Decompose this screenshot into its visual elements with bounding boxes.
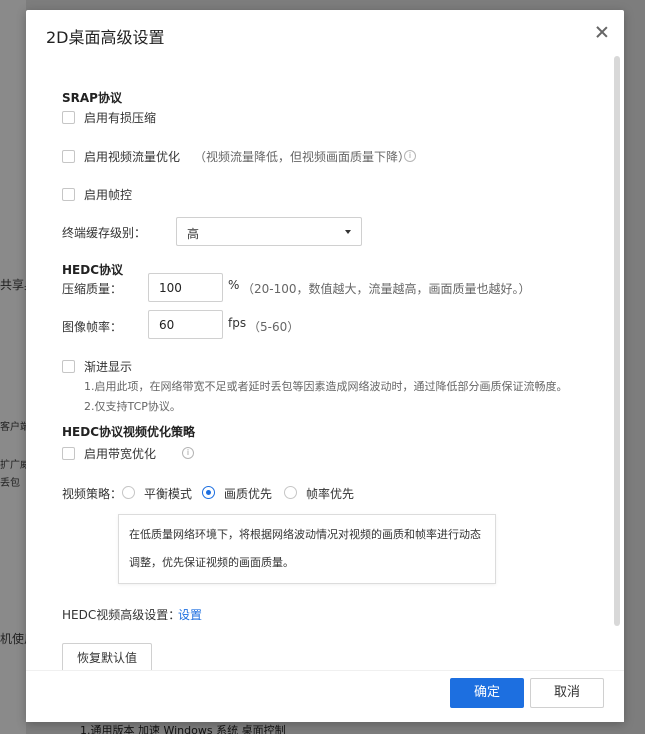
background-text: 客户端 xyxy=(0,422,26,433)
framerate-input[interactable] xyxy=(148,310,223,339)
framerate-unit: fps xyxy=(228,316,247,330)
advanced-settings-link[interactable]: 设置 xyxy=(178,606,202,623)
strategy-tip-line-2: 调整，优先保证视频的画面质量。 xyxy=(129,556,294,569)
background-text: 1.通用版本 加速 Windows 系统 桌面控制 xyxy=(80,724,286,734)
cache-level-select[interactable]: 高 xyxy=(176,217,362,246)
radio-framerate-first[interactable] xyxy=(284,486,297,499)
video-flow-optimize-label: 启用视频流量优化 xyxy=(84,150,181,164)
frame-control-checkbox[interactable] xyxy=(62,188,75,201)
compression-unit: % xyxy=(228,278,240,292)
progressive-note-1: 1.启用此项，在网络带宽不足或者延时丢包等因素造成网络波动时，通过降低部分画质保… xyxy=(84,380,568,393)
compression-label: 压缩质量： xyxy=(62,282,123,296)
radio-balanced-label: 平衡模式 xyxy=(144,487,193,501)
cancel-button[interactable]: 取消 xyxy=(530,678,604,708)
cache-level-value: 高 xyxy=(187,227,200,241)
background-text: 扩广威 xyxy=(0,460,26,471)
strategy-section-title: HEDC协议视频优化策略 xyxy=(62,425,196,439)
strategy-tip: 在低质量网络环境下，将根据网络波动情况对视频的画质和帧率进行动态 调整，优先保证… xyxy=(118,514,496,584)
frame-control-label: 启用帧控 xyxy=(84,188,133,202)
radio-balanced-mode[interactable] xyxy=(122,486,135,499)
strategy-tip-line-1: 在低质量网络环境下，将根据网络波动情况对视频的画质和帧率进行动态 xyxy=(129,528,481,541)
background-text: 共享桌 xyxy=(0,278,26,292)
scrollbar[interactable] xyxy=(614,56,620,626)
compression-hint: （20-100，数值越大，流量越高，画面质量也越好。） xyxy=(242,282,531,296)
advanced-settings-dialog: 2D桌面高级设置 SRAP协议 启用有损压缩 启用视频流量优化 （视频流量降低，… xyxy=(26,10,624,722)
compression-input[interactable] xyxy=(148,273,223,302)
info-icon[interactable]: i xyxy=(404,150,416,162)
hedc-section-title: HEDC协议 xyxy=(62,263,124,277)
radio-quality-first[interactable] xyxy=(202,486,215,499)
bandwidth-optimize-label: 启用带宽优化 xyxy=(84,447,157,461)
framerate-label: 图像帧率： xyxy=(62,320,123,334)
radio-framerate-label: 帧率优先 xyxy=(306,487,355,501)
info-icon[interactable]: i xyxy=(182,447,194,459)
progressive-display-checkbox[interactable] xyxy=(62,360,75,373)
video-strategy-label: 视频策略： xyxy=(62,487,123,501)
background-panel xyxy=(0,0,26,734)
framerate-hint: （5-60） xyxy=(248,320,300,334)
background-text: 机使用 xyxy=(0,632,26,646)
dialog-title: 2D桌面高级设置 xyxy=(46,28,165,47)
advanced-settings-label: HEDC视频高级设置： xyxy=(62,608,181,622)
cache-level-label: 终端缓存级别： xyxy=(62,226,147,240)
srap-section-title: SRAP协议 xyxy=(62,91,122,105)
restore-defaults-button[interactable]: 恢复默认值 xyxy=(62,643,152,673)
video-flow-optimize-checkbox[interactable] xyxy=(62,150,75,163)
chevron-down-icon xyxy=(345,230,351,234)
progressive-display-label: 渐进显示 xyxy=(84,360,133,374)
bandwidth-optimize-checkbox[interactable] xyxy=(62,447,75,460)
lossy-compression-checkbox[interactable] xyxy=(62,111,75,124)
radio-quality-label: 画质优先 xyxy=(224,487,273,501)
dialog-footer: 确定 取消 xyxy=(26,670,624,722)
progressive-note-2: 2.仅支持TCP协议。 xyxy=(84,400,181,413)
video-flow-hint: （视频流量降低，但视频画面质量下降） xyxy=(194,150,411,164)
ok-button[interactable]: 确定 xyxy=(450,678,524,708)
close-icon[interactable] xyxy=(594,24,610,40)
background-text: 丢包 xyxy=(0,478,20,489)
lossy-compression-label: 启用有损压缩 xyxy=(84,111,157,125)
